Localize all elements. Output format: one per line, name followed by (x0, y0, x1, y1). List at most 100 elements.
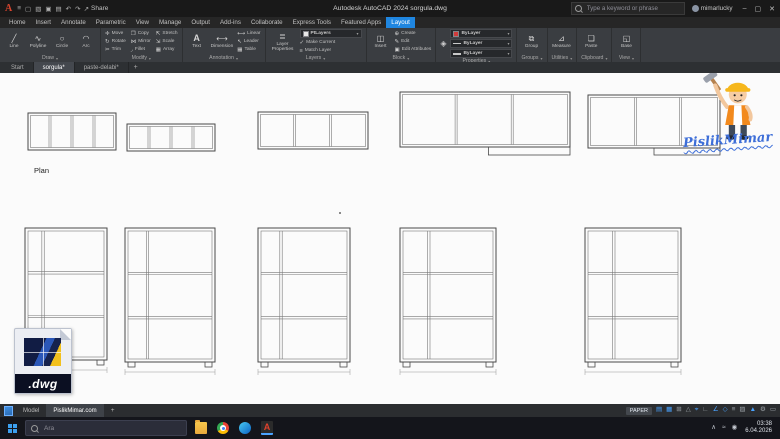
polyline-button[interactable]: ∿Polyline (28, 34, 48, 49)
ribbon-tab[interactable]: Manage (154, 17, 186, 28)
fillet-button[interactable]: ◞Fillet (131, 46, 151, 53)
minimize-button[interactable]: – (743, 5, 747, 12)
layout-tab[interactable]: PislikMimar.com (46, 404, 103, 417)
ortho-icon[interactable]: ∟ (702, 407, 708, 414)
tray-chevron-icon[interactable]: ∧ (711, 425, 716, 432)
make-current-button[interactable]: ✓Make Current (300, 39, 362, 46)
panel-label-modify[interactable]: Modify▾ (105, 54, 178, 62)
drawing-entities[interactable] (0, 73, 780, 404)
layer-properties-button[interactable]: ≣Layer Properties (270, 32, 296, 52)
share-button[interactable]: ↗ Share (84, 5, 109, 13)
paper-space-toggle[interactable]: PAPER (626, 407, 652, 415)
linear-button[interactable]: ⟷Linear (237, 30, 260, 37)
base-button[interactable]: ◱Base (616, 34, 636, 49)
file-tab[interactable]: Start (2, 62, 34, 73)
drawing-canvas[interactable]: Plan PislikMimar .dwg (0, 73, 780, 404)
annotation-scale-icon[interactable]: ▲ (750, 407, 756, 414)
stretch-button[interactable]: ⇱Stretch (156, 30, 178, 37)
table-button[interactable]: ▦Table (237, 46, 260, 53)
start-button[interactable] (8, 424, 17, 433)
panel-label-block[interactable]: Block▾ (371, 54, 432, 62)
infocenter-search[interactable] (571, 2, 685, 15)
match-layer-button[interactable]: ≡Match Layer (300, 47, 362, 54)
panel-label-draw[interactable]: Draw▾ (4, 54, 96, 62)
chrome-icon[interactable] (217, 422, 229, 434)
search-input[interactable] (585, 4, 681, 13)
lineweight-icon[interactable]: ≡ (732, 407, 736, 414)
ribbon-tab[interactable]: Insert (31, 17, 56, 28)
ribbon-tab[interactable]: Home (4, 17, 31, 28)
circle-button[interactable]: ○Circle (52, 34, 72, 49)
add-layout-button[interactable]: + (107, 407, 119, 414)
rotate-button[interactable]: ↻Rotate (105, 38, 126, 45)
ribbon-tab[interactable]: Featured Apps (336, 17, 386, 28)
dynamic-input-icon[interactable]: ⌖ (695, 407, 699, 414)
autocad-icon[interactable] (261, 421, 273, 435)
ribbon-tab[interactable]: Add-ins (215, 17, 246, 28)
volume-icon[interactable]: ◉ (732, 425, 738, 432)
maximize-button[interactable]: ▢ (755, 5, 762, 13)
edit-attributes-button[interactable]: ▣Edit Attributes (395, 46, 432, 53)
new-icon[interactable]: ▢ (25, 5, 31, 13)
new-drawing-tab-button[interactable]: + (129, 62, 143, 73)
panel-label-view[interactable]: View▾ (616, 54, 636, 62)
move-button[interactable]: ✛Move (105, 30, 126, 37)
color-dropdown[interactable]: ByLayer▾ (450, 29, 512, 38)
scale-button[interactable]: ⇲Scale (156, 38, 178, 45)
network-icon[interactable]: ≈ (722, 425, 726, 432)
ribbon-tab[interactable]: Parametric (91, 17, 131, 28)
autocad-logo[interactable]: A (5, 3, 12, 14)
transparency-icon[interactable]: ▨ (739, 407, 745, 414)
close-button[interactable]: ✕ (769, 5, 775, 13)
match-properties-button[interactable]: ◈ (440, 39, 446, 48)
polar-icon[interactable]: ∠ (713, 407, 719, 414)
panel-label-clipboard[interactable]: Clipboard▾ (581, 54, 607, 62)
grid-icon[interactable]: ▦ (666, 407, 672, 414)
taskbar-search[interactable] (25, 420, 187, 436)
taskbar-clock[interactable]: 03:38 6.04.2026 (745, 421, 772, 435)
mirror-button[interactable]: ⋈Mirror (131, 38, 151, 45)
ribbon-tab[interactable]: View (131, 17, 154, 28)
ribbon-tab[interactable]: Output (186, 17, 215, 28)
copy-button[interactable]: ❐Copy (131, 30, 151, 37)
panel-label-utilities[interactable]: Utilities▾ (552, 54, 573, 62)
trim-button[interactable]: ✂Trim (105, 46, 126, 53)
layout-tab[interactable]: Model (16, 404, 46, 417)
panel-label-annotation[interactable]: Annotation▾ (187, 54, 261, 62)
text-button[interactable]: AText (187, 34, 207, 49)
layer-dropdown[interactable]: PtLayers▾ (300, 29, 362, 38)
folder-icon[interactable] (195, 422, 207, 434)
array-button[interactable]: ▦Array (156, 46, 178, 53)
lineweight-dropdown[interactable]: ByLayer▾ (450, 49, 512, 58)
line-button[interactable]: ╱Line (4, 34, 24, 49)
create-block-button[interactable]: ⊕Create (395, 30, 432, 37)
paste-button[interactable]: ❏Paste (581, 34, 601, 49)
file-tab[interactable]: sorgula* (34, 62, 75, 73)
save-icon[interactable]: ▣ (45, 5, 51, 13)
layout-sheet-icon[interactable] (4, 406, 13, 416)
group-button[interactable]: ⧉Group (521, 34, 541, 49)
leader-button[interactable]: ↖Leader (237, 38, 260, 45)
account-button[interactable]: mimarlucky (692, 5, 733, 12)
infer-icon[interactable]: △ (686, 407, 691, 414)
edit-block-button[interactable]: ✎Edit (395, 38, 432, 45)
linetype-dropdown[interactable]: ByLayer▾ (450, 39, 512, 48)
insert-button[interactable]: ◫Insert (371, 34, 391, 49)
panel-label-groups[interactable]: Groups▾ (521, 54, 542, 62)
open-icon[interactable]: ▧ (35, 5, 41, 13)
ribbon-tab[interactable]: Express Tools (288, 17, 336, 28)
ribbon-tab[interactable]: Collaborate (246, 17, 288, 28)
snap-icon[interactable]: ⊞ (676, 407, 681, 414)
dimension-button[interactable]: ⟷Dimension (211, 34, 234, 49)
model-toggle-icon[interactable]: ▤ (656, 407, 662, 414)
redo-icon[interactable]: ↷ (75, 5, 80, 13)
menu-icon[interactable]: ≡ (17, 5, 21, 12)
osnap-icon[interactable]: ◇ (723, 407, 728, 414)
customize-icon[interactable]: ▭ (770, 407, 776, 414)
print-icon[interactable]: ▤ (56, 5, 62, 13)
ribbon-tab[interactable]: Annotate (56, 17, 91, 28)
file-tab[interactable]: paste-delabi* (75, 62, 129, 73)
panel-label-layers[interactable]: Layers▾ (270, 54, 362, 62)
taskbar-search-input[interactable] (42, 424, 181, 433)
measure-button[interactable]: ⊿Measure (552, 34, 572, 49)
